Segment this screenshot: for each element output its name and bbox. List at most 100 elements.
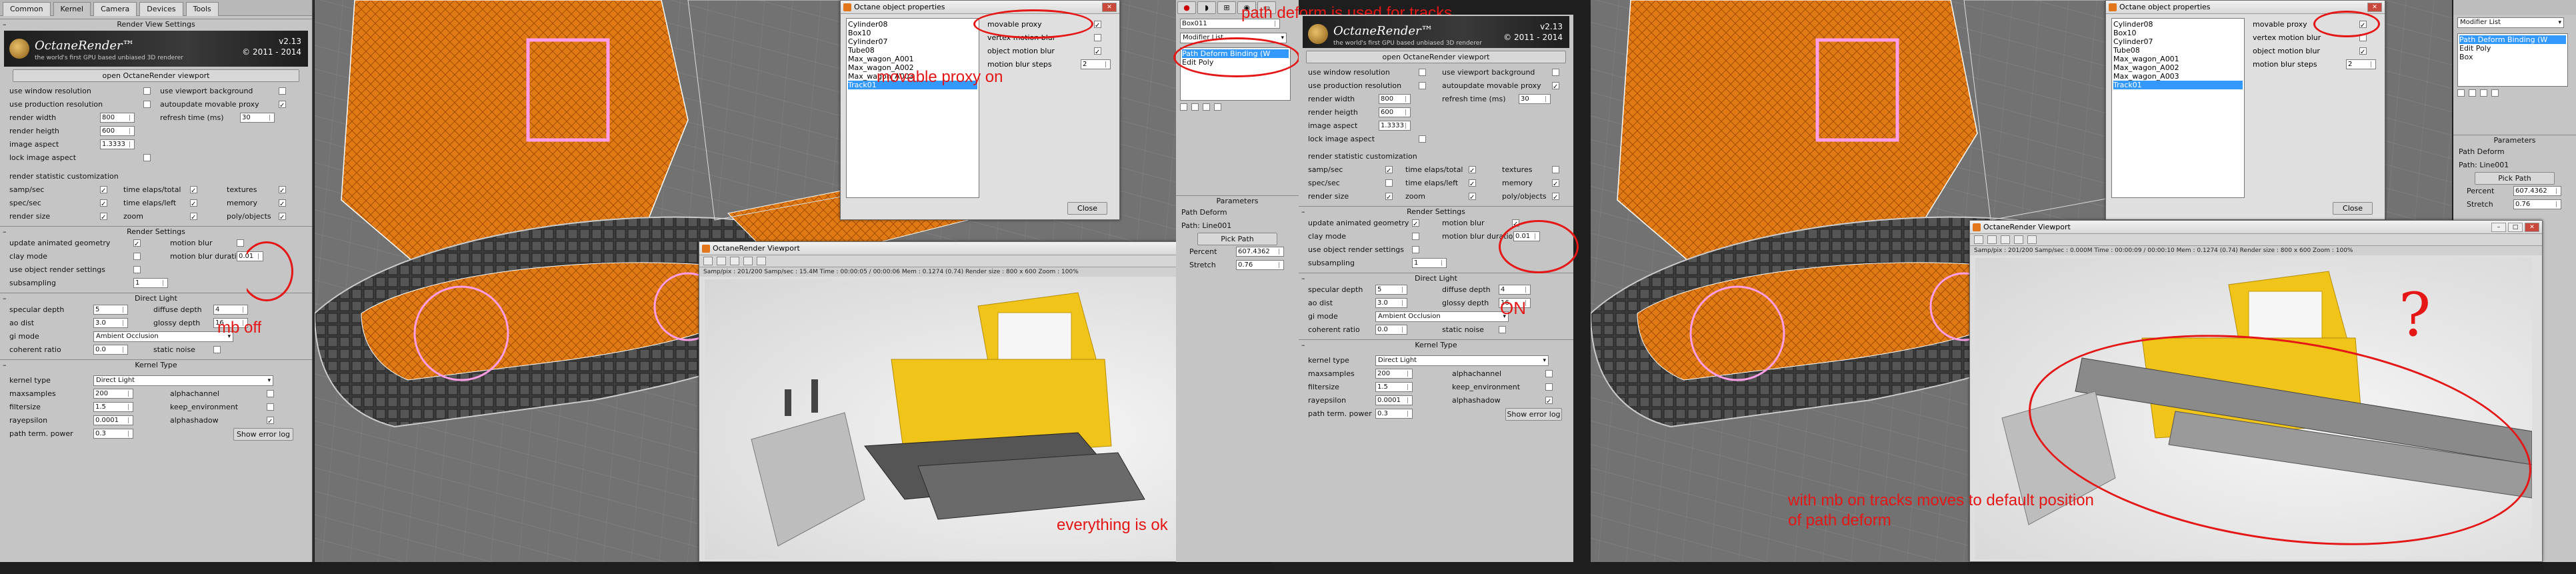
coherent-ratio-input[interactable]: 0.0 — [93, 345, 128, 355]
open-viewport-button[interactable]: open OctaneRender viewport — [13, 69, 299, 82]
motion-blur-steps-input[interactable]: 2 — [1081, 59, 1111, 69]
list-item[interactable]: Max_wagon_A003 — [2113, 72, 2243, 81]
maximize-icon[interactable]: □ — [2508, 223, 2523, 232]
pick-path-button[interactable]: Pick Path — [1197, 233, 1277, 245]
render-width-input[interactable]: 800 — [100, 113, 135, 123]
render-settings-header[interactable]: – Render Settings — [1299, 206, 1573, 217]
keep-environment-checkbox[interactable] — [1545, 383, 1553, 391]
textures-checkbox[interactable] — [1552, 166, 1559, 173]
show-end-icon[interactable] — [2469, 89, 2476, 97]
list-item[interactable]: Max_wagon_A002 — [2113, 63, 2243, 72]
parameters-header[interactable]: Parameters — [1176, 195, 1299, 206]
list-item-selected[interactable]: Track01 — [2113, 81, 2243, 89]
direct-light-header[interactable]: – Direct Light — [1299, 273, 1573, 283]
parameters-header[interactable]: Parameters — [2453, 135, 2576, 145]
subsampling-input[interactable]: 1 — [1412, 258, 1447, 268]
stretch-input[interactable]: 0.76 — [2513, 199, 2561, 209]
list-item[interactable]: Cylinder07 — [2113, 37, 2243, 46]
pause-icon[interactable] — [1987, 235, 1997, 244]
use-object-render-settings-checkbox[interactable] — [133, 266, 141, 273]
textures-checkbox[interactable] — [279, 185, 286, 198]
show-error-log-button[interactable]: Show error log — [1505, 408, 1562, 421]
percent-input[interactable]: 607.4362 — [1236, 247, 1284, 257]
render-view-settings-header[interactable]: – Render View Settings — [0, 19, 312, 29]
object-motion-blur-checkbox[interactable] — [2359, 46, 2367, 59]
kernel-type-dropdown[interactable]: Direct Light — [93, 375, 273, 386]
pin-icon[interactable] — [1180, 103, 1187, 111]
samp-sec-checkbox[interactable] — [100, 185, 107, 198]
path-term-power-input[interactable]: 0.3 — [1375, 409, 1413, 419]
update-animated-geometry-checkbox[interactable] — [1412, 218, 1419, 231]
keep-environment-checkbox[interactable] — [267, 403, 274, 411]
modify-icon[interactable]: ◗ — [1197, 1, 1216, 14]
poly-objects-checkbox[interactable] — [1552, 191, 1559, 205]
zoom-checkbox[interactable] — [190, 211, 197, 225]
use-production-resolution-checkbox[interactable] — [143, 101, 151, 108]
render-height-input[interactable]: 600 — [100, 126, 135, 136]
poly-objects-checkbox[interactable] — [279, 211, 286, 225]
filtersize-input[interactable]: 1.5 — [93, 402, 133, 412]
refresh-icon[interactable] — [743, 257, 753, 265]
time-elaps-total-checkbox[interactable] — [190, 185, 197, 198]
stretch-input[interactable]: 0.76 — [1236, 260, 1284, 270]
use-viewport-background-checkbox[interactable] — [279, 87, 286, 95]
spec-sec-checkbox[interactable] — [100, 198, 107, 211]
ao-dist-input[interactable]: 3.0 — [1375, 298, 1407, 308]
object-properties-titlebar[interactable]: Octane object properties ✕ — [841, 1, 1119, 14]
list-item[interactable]: Max_wagon_A001 — [2113, 55, 2243, 63]
movable-proxy-checkbox[interactable] — [1094, 19, 1101, 33]
refresh-time-input[interactable]: 30 — [240, 113, 275, 123]
autoupdate-movable-proxy-checkbox[interactable] — [279, 99, 286, 113]
unique-icon[interactable] — [1203, 103, 1210, 111]
kernel-type-header[interactable]: – Kernel Type — [1299, 339, 1573, 350]
vertex-motion-blur-checkbox[interactable] — [1094, 34, 1101, 41]
use-window-resolution-checkbox[interactable] — [1419, 69, 1426, 76]
use-viewport-background-checkbox[interactable] — [1552, 69, 1559, 76]
list-item[interactable]: Cylinder08 — [2113, 20, 2243, 29]
alphachannel-checkbox[interactable] — [267, 390, 274, 397]
lock-image-aspect-checkbox[interactable] — [143, 154, 151, 161]
close-button[interactable]: Close — [1067, 202, 1107, 215]
render-icon[interactable] — [703, 257, 713, 265]
time-elaps-left-checkbox[interactable] — [190, 198, 197, 211]
object-list[interactable]: Cylinder08 Box10 Cylinder07 Tube08 Max_w… — [846, 18, 979, 198]
pause-icon[interactable] — [717, 257, 726, 265]
list-item-selected[interactable]: Path Deform Binding (W — [2459, 35, 2566, 44]
ao-dist-input[interactable]: 3.0 — [93, 318, 128, 328]
close-icon[interactable]: ✕ — [2525, 223, 2539, 232]
diffuse-depth-input[interactable]: 4 — [1499, 285, 1531, 295]
hierarchy-icon[interactable]: ⊞ — [1217, 1, 1236, 14]
render-icon[interactable] — [1974, 235, 1983, 244]
kernel-type-header[interactable]: – Kernel Type — [0, 359, 312, 370]
alphachannel-checkbox[interactable] — [1545, 370, 1553, 377]
path-term-power-input[interactable]: 0.3 — [93, 429, 133, 439]
coherent-ratio-input[interactable]: 0.0 — [1375, 325, 1407, 335]
list-item[interactable]: Max_wagon_A001 — [848, 55, 977, 63]
update-animated-geometry-checkbox[interactable] — [133, 238, 141, 251]
minimize-icon[interactable]: – — [2491, 223, 2506, 232]
gi-mode-dropdown[interactable]: Ambient Occlusion — [1375, 311, 1509, 322]
tab-common[interactable]: Common — [3, 2, 51, 16]
list-item[interactable]: Cylinder08 — [848, 20, 977, 29]
time-elaps-left-checkbox[interactable] — [1469, 178, 1476, 191]
delete-icon[interactable] — [2491, 89, 2499, 97]
spec-sec-checkbox[interactable] — [1385, 179, 1393, 187]
refresh-icon[interactable] — [2014, 235, 2023, 244]
gi-mode-dropdown[interactable]: Ambient Occlusion — [93, 331, 233, 342]
memory-checkbox[interactable] — [1552, 178, 1559, 191]
list-item[interactable]: Edit Poly — [2459, 44, 2566, 53]
list-item[interactable]: Box10 — [2113, 29, 2243, 37]
use-production-resolution-checkbox[interactable] — [1419, 82, 1426, 89]
motion-blur-checkbox[interactable] — [237, 239, 244, 247]
show-end-icon[interactable] — [1191, 103, 1199, 111]
rayepsilon-input[interactable]: 0.0001 — [1375, 395, 1413, 405]
pick-path-button[interactable]: Pick Path — [2475, 172, 2555, 185]
render-size-checkbox[interactable] — [1385, 191, 1393, 205]
clay-mode-checkbox[interactable] — [133, 253, 141, 260]
close-button[interactable]: Close — [2333, 202, 2373, 215]
subsampling-input[interactable]: 1 — [133, 278, 168, 288]
refresh-time-input[interactable]: 30 — [1519, 94, 1551, 104]
samp-sec-checkbox[interactable] — [1385, 165, 1393, 178]
render-width-input[interactable]: 800 — [1379, 94, 1411, 104]
stop-icon[interactable] — [730, 257, 739, 265]
